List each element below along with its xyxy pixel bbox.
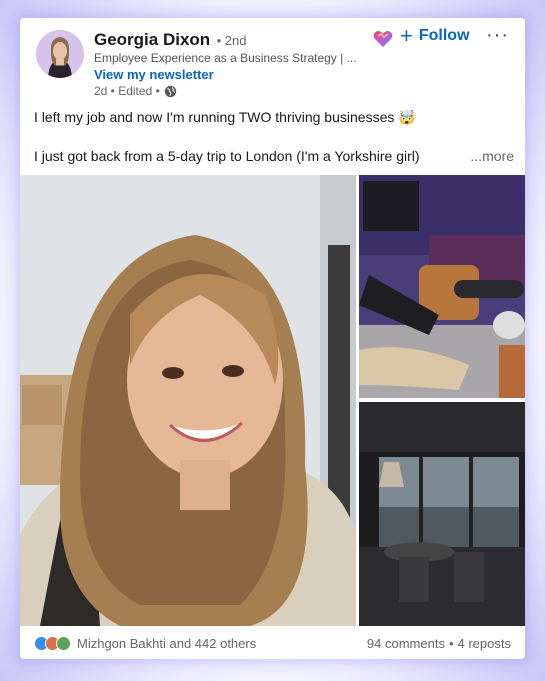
globe-icon	[164, 85, 177, 98]
engagement-stats: 94 comments • 4 reposts	[367, 636, 511, 651]
plus-icon: +	[400, 23, 413, 48]
connection-degree: • 2nd	[216, 33, 247, 48]
insightful-reaction-icon	[56, 635, 71, 651]
post-text: I left my job and now I'm running TWO th…	[34, 108, 514, 166]
post-media-grid	[20, 175, 525, 626]
social-counts: Mizhgon Bakhti and 442 others 94 comment…	[34, 632, 511, 654]
restaurant-photo[interactable]	[359, 402, 525, 626]
heart-badge-icon	[372, 28, 394, 50]
see-more-button[interactable]: ...more	[470, 148, 514, 166]
follow-label: Follow	[418, 27, 470, 44]
post-card: Georgia Dixon • 2nd Employee Experience …	[20, 18, 525, 659]
mind-blown-emoji: 🤯	[398, 108, 416, 125]
reaction-icons	[34, 635, 71, 651]
author-name[interactable]: Georgia Dixon	[94, 30, 210, 49]
post-header: Georgia Dixon • 2nd Employee Experience …	[20, 18, 525, 108]
selfie-photo[interactable]	[20, 175, 356, 626]
post-text-line-1: I left my job and now I'm running TWO th…	[34, 108, 514, 126]
more-options-button[interactable]: ···	[486, 24, 509, 47]
post-meta-text: 2d • Edited •	[94, 84, 160, 98]
author-headline: Employee Experience as a Business Strate…	[94, 51, 357, 65]
reposts-count[interactable]: 4 reposts	[458, 636, 511, 651]
newsletter-link[interactable]: View my newsletter	[94, 67, 214, 82]
avatar[interactable]	[36, 30, 84, 78]
follow-button[interactable]: + Follow	[400, 23, 470, 48]
reactions-summary[interactable]: Mizhgon Bakhti and 442 others	[34, 635, 257, 651]
reactions-label: Mizhgon Bakhti and 442 others	[77, 635, 257, 651]
post-text-line-2-text: I just got back from a 5-day trip to Lon…	[34, 148, 420, 164]
post-meta: 2d • Edited •	[94, 84, 177, 98]
author-name-row: Georgia Dixon • 2nd	[94, 30, 247, 50]
post-text-line-1-text: I left my job and now I'm running TWO th…	[34, 109, 395, 125]
stats-separator: •	[448, 635, 454, 651]
post-text-line-2: I just got back from a 5-day trip to Lon…	[34, 148, 514, 166]
comments-count[interactable]: 94 comments	[367, 636, 445, 651]
podcast-studio-photo[interactable]	[359, 175, 525, 398]
